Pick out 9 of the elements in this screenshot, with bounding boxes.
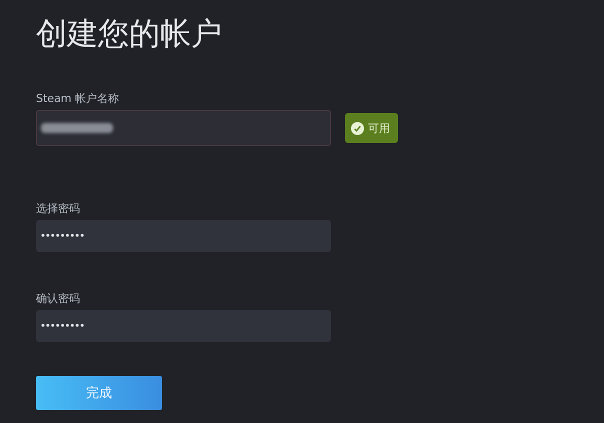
username-field[interactable] [36, 110, 331, 146]
check-icon [351, 122, 364, 134]
availability-badge: 可用 [345, 113, 398, 143]
page-title: 创建您的帐户 [36, 15, 222, 54]
password-field[interactable]: ••••••••• [36, 310, 331, 342]
field-label: 确认密码 [36, 292, 80, 306]
password-field[interactable]: ••••••••• [36, 220, 331, 252]
field-label: 选择密码 [36, 202, 80, 216]
field-label: Steam 帐户名称 [36, 92, 120, 106]
